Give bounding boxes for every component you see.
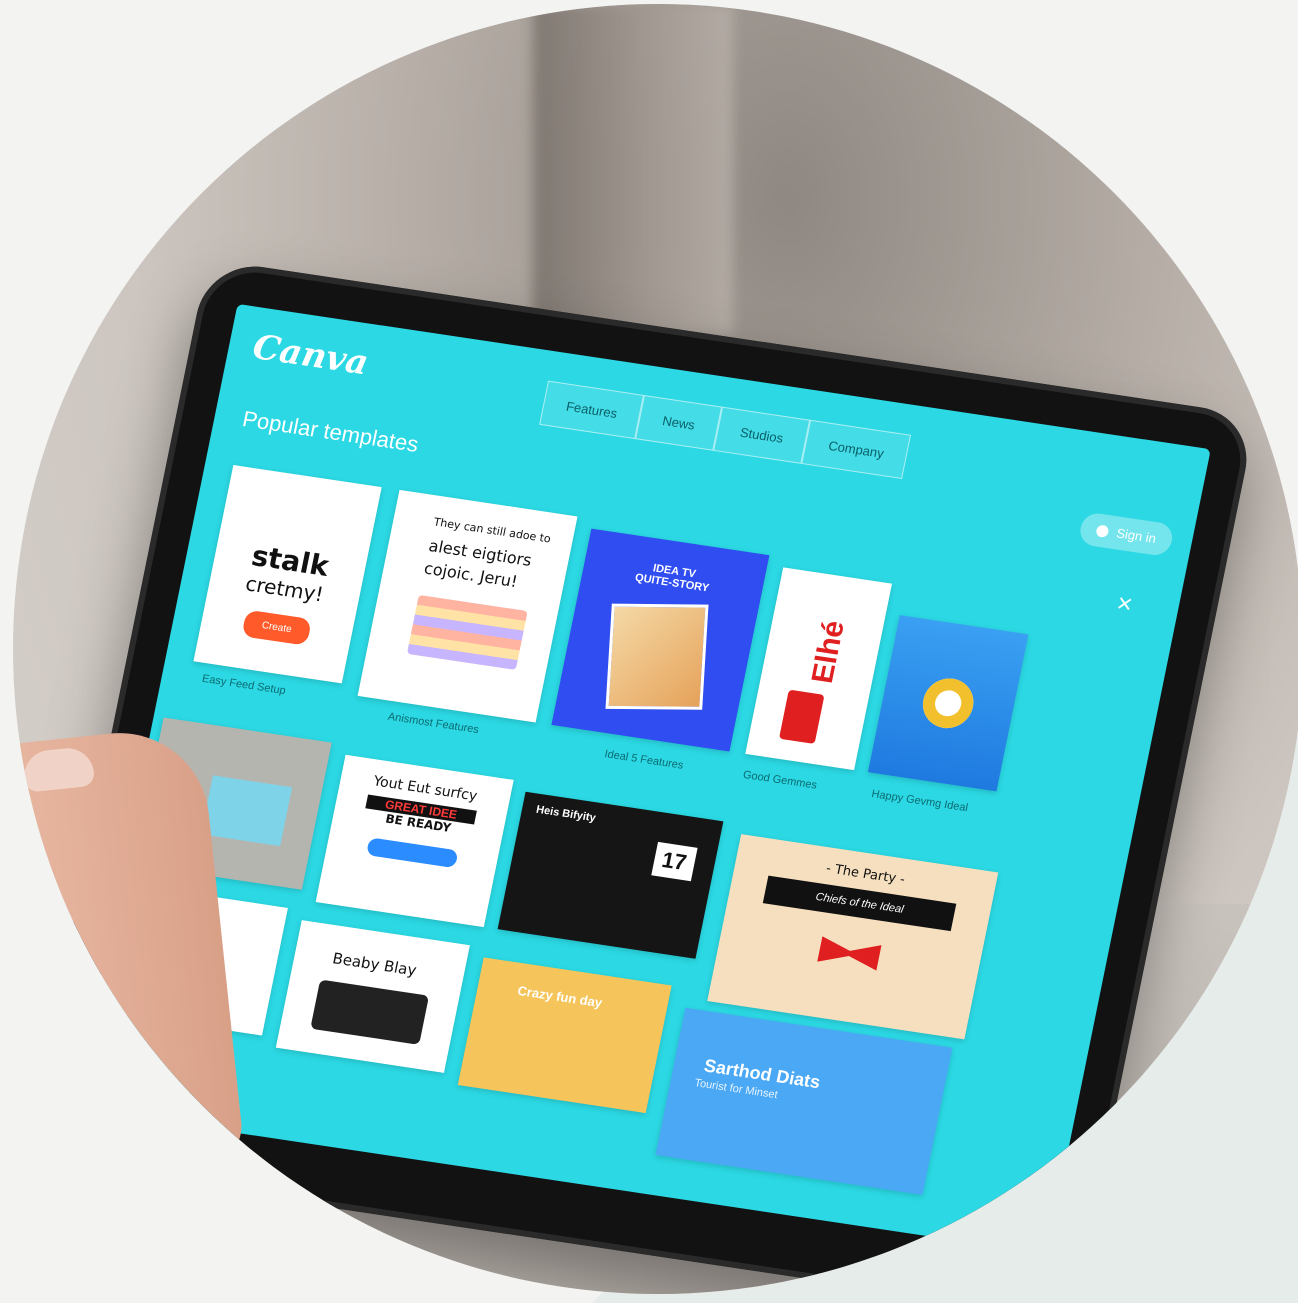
template-card[interactable]	[867, 615, 1029, 792]
tab-news[interactable]: News	[635, 394, 722, 451]
photo-circle: Canva Features News Studios Company Popu…	[13, 4, 1298, 1294]
template-headline: Heis Bifyity	[535, 803, 597, 825]
template-card[interactable]: IDEA TV QUITE-STORY	[551, 528, 770, 752]
template-card[interactable]: Heis Bifyity 17	[497, 791, 724, 959]
template-card[interactable]: Yout Eut surfcy GREAT IDEE BE READY	[315, 754, 514, 928]
top-nav: Features News Studios Company	[539, 380, 911, 479]
template-caption: Ideal 5 Features	[603, 748, 685, 772]
template-caption: Happy Gevmg Ideal	[870, 788, 969, 815]
template-card[interactable]: They can still adoe to alest eigtiors co…	[357, 489, 578, 723]
canva-logo[interactable]: Canva	[249, 327, 371, 383]
template-caption: Anismost Features	[386, 710, 480, 737]
tab-company[interactable]: Company	[801, 419, 911, 479]
template-headline: Crazy fun day	[516, 982, 604, 1011]
red-phone-graphic	[778, 689, 825, 744]
template-card[interactable]: stalk cretmy! Create	[193, 465, 382, 684]
template-number: 17	[650, 841, 698, 882]
collage-graphic	[201, 775, 293, 847]
template-card[interactable]: - The Party - Chiefs of the Ideal	[707, 834, 999, 1040]
template-caption: Good Gemmes	[741, 768, 819, 792]
sticky-notes-graphic	[406, 594, 528, 670]
tablet-screen: Canva Features News Studios Company Popu…	[73, 303, 1211, 1254]
template-headline: Elhé	[805, 618, 851, 686]
phone-graphic	[310, 979, 430, 1045]
thumb-nail	[21, 745, 96, 793]
template-headline: Beaby Blay	[330, 949, 419, 980]
page-title: Popular templates	[240, 406, 421, 457]
tab-features[interactable]: Features	[539, 380, 645, 440]
close-icon[interactable]: ×	[1114, 587, 1135, 620]
template-caption: Easy Feed Setup	[200, 672, 287, 698]
tab-studios[interactable]: Studios	[713, 406, 811, 464]
create-button[interactable]: Create	[241, 609, 313, 646]
background-wall	[533, 4, 733, 334]
template-card[interactable]: Sarthod Diats Tourist for Minset	[655, 1007, 953, 1195]
signin-label: Sign in	[1115, 525, 1158, 547]
cards-graphic	[605, 603, 709, 710]
template-card[interactable]: Beaby Blay	[275, 920, 470, 1073]
bow-tie-graphic	[817, 936, 882, 970]
template-card[interactable]: Elhé	[745, 567, 892, 771]
signin-button[interactable]: Sign in	[1077, 511, 1176, 558]
pill-button-graphic	[365, 837, 459, 869]
toggle-icon	[1095, 523, 1110, 538]
gold-coin-graphic	[918, 675, 978, 732]
template-card[interactable]: Crazy fun day	[457, 957, 672, 1114]
